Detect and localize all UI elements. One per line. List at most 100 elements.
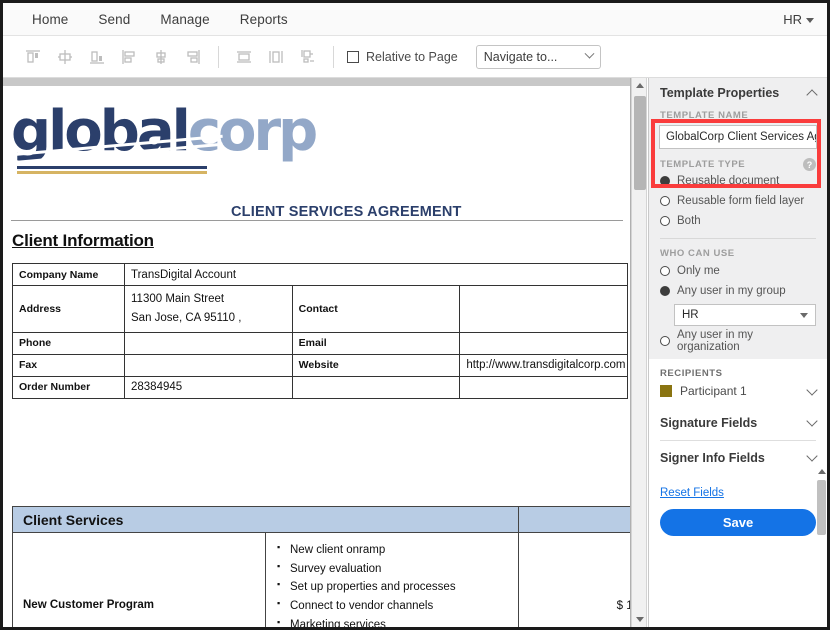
checkbox-icon [347,50,359,63]
service-item-list: New client onramp Survey evaluation Set … [276,540,508,627]
client-information-table: Company Name TransDigital Account Addres… [12,263,628,399]
accordion-signature-fields[interactable]: Signature Fields [649,406,827,440]
radio-label: Any user in my organization [677,329,754,353]
reset-fields-link[interactable]: Reset Fields [660,487,724,499]
cell-label-website: Website [291,353,461,377]
cell-label-company-name: Company Name [12,263,125,286]
application-window: Home Send Manage Reports HR Relative to … [0,0,830,630]
cell-value-order-number: 28384945 [124,375,293,399]
panel-scrollbar-thumb[interactable] [817,480,826,535]
list-item: Marketing services [276,615,508,627]
document-page: globalcorp CLIENT SERVICES AGREEMENT Cli… [3,86,630,627]
radio-icon [660,196,670,206]
header-rule [11,220,623,221]
alignment-toolbar: Relative to Page Navigate to... [3,36,827,78]
nav-item-home[interactable]: Home [17,8,83,31]
chevron-down-icon [800,312,808,318]
toolbar-divider-2 [333,45,334,68]
nav-item-manage[interactable]: Manage [145,8,224,31]
cell-label-blank [291,375,461,399]
logo-underline-navy [17,166,207,169]
align-left-icon[interactable] [113,43,145,71]
align-top-icon[interactable] [17,43,49,71]
align-bottom-icon[interactable] [81,43,113,71]
table-row: Company Name TransDigital Account [12,263,628,286]
document-scrollbar[interactable] [631,78,647,627]
cell-value-email [459,331,628,355]
radio-label: Only me [677,265,720,277]
distribute-vertical-icon[interactable] [260,43,292,71]
document-top-band [3,78,630,86]
radio-reusable-form-field-layer[interactable]: Reusable form field layer [649,191,827,211]
relative-to-page-checkbox[interactable]: Relative to Page [347,50,458,64]
chevron-down-icon [806,17,814,23]
agreement-title: CLIENT SERVICES AGREEMENT [231,204,462,220]
radio-any-user-in-my-organization[interactable]: Any user in my organization [649,329,827,353]
panel-header[interactable]: Template Properties [649,78,827,108]
panel-scroll-up-arrow-icon[interactable] [816,466,827,477]
radio-label: Any user in my group [677,285,786,297]
document-preview-pane[interactable]: globalcorp CLIENT SERVICES AGREEMENT Cli… [3,78,631,627]
radio-icon-selected [660,176,670,186]
recipient-participant-1[interactable]: Participant 1 [649,379,827,398]
signature-fields-label: Signature Fields [660,416,758,430]
logo-text-corp: corp [187,99,318,164]
document-scrollbar-thumb[interactable] [634,96,646,190]
distribute-spacing-icon[interactable] [292,43,324,71]
distribute-horizontal-icon[interactable] [228,43,260,71]
account-menu[interactable]: HR [783,12,827,27]
radio-label: Reusable document [677,175,780,187]
cell-service-items: New client onramp Survey evaluation Set … [265,531,519,627]
cell-label-address: Address [12,285,125,333]
toolbar-divider-1 [218,45,219,68]
cell-service-name: New Customer Program [12,531,266,627]
align-center-vertical-icon[interactable] [145,43,177,71]
cell-label-fax: Fax [12,353,125,377]
chevron-down-icon[interactable] [806,415,818,427]
scroll-up-arrow-icon[interactable] [632,78,648,93]
radio-label: Reusable form field layer [677,195,805,207]
template-name-value: GlobalCorp Client Services Ag [666,131,817,143]
client-services-table: Client Services Investment New Customer … [12,506,630,627]
chevron-down-icon[interactable] [806,450,818,462]
accordion-signer-info-fields[interactable]: Signer Info Fields [649,441,827,475]
list-item: Survey evaluation [276,559,508,579]
align-center-horizontal-icon[interactable] [49,43,81,71]
cell-service-amount: $ 11000.00 [518,531,630,627]
template-name-caption: TEMPLATE NAME [660,110,749,121]
radio-only-me[interactable]: Only me [649,261,827,281]
cell-value-company-name: TransDigital Account [124,263,628,286]
list-item: Set up properties and processes [276,577,508,597]
nav-item-reports[interactable]: Reports [225,8,303,31]
template-type-caption: TEMPLATE TYPE [660,159,746,170]
recipient-color-swatch [660,385,672,397]
cell-label-email: Email [291,331,461,355]
table-row: New Customer Program New client onramp S… [12,531,630,627]
align-right-icon[interactable] [177,43,209,71]
panel-scrollbar[interactable] [816,466,827,627]
globalcorp-logo: globalcorp [3,86,630,174]
template-type-caption-row: TEMPLATE TYPE ? [649,158,827,171]
chevron-up-icon[interactable] [806,89,818,101]
list-item: Connect to vendor channels [276,596,508,616]
radio-any-user-in-my-group[interactable]: Any user in my group [649,281,827,301]
table-row: Order Number 28384945 [12,375,628,399]
cell-value-phone [124,331,293,355]
who-can-use-caption: WHO CAN USE [660,248,735,259]
save-button[interactable]: Save [660,509,816,536]
section-heading-client-information: Client Information [12,231,154,250]
group-select[interactable]: HR [674,304,816,326]
radio-both[interactable]: Both [649,211,827,231]
navigate-to-select[interactable]: Navigate to... [475,44,601,69]
chevron-down-icon [584,48,595,59]
radio-reusable-document[interactable]: Reusable document [649,171,827,191]
cell-value-contact [459,285,628,333]
nav-item-send[interactable]: Send [83,8,145,31]
logo-underline-gold [17,171,207,174]
scroll-down-arrow-icon[interactable] [632,612,648,627]
template-name-input[interactable]: GlobalCorp Client Services Ag [659,125,817,149]
list-item: New client onramp [276,540,508,560]
help-icon[interactable]: ? [803,158,816,171]
top-nav-items: Home Send Manage Reports [3,8,303,31]
chevron-down-icon[interactable] [806,383,818,396]
